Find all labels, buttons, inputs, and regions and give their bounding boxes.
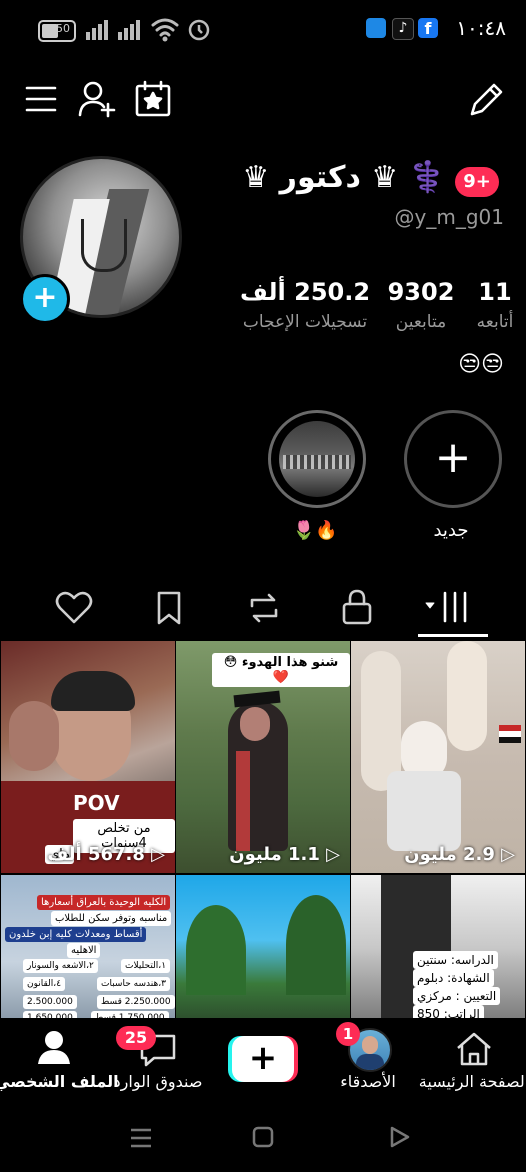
stat-followers[interactable]: 9302 متابعين xyxy=(384,278,458,332)
stat-following[interactable]: 11 أتابعه xyxy=(470,278,520,332)
stat-likes[interactable]: 250.2 ألف تسجيلات الإعجاب xyxy=(238,278,372,332)
add-friend-icon[interactable] xyxy=(78,80,118,118)
wifi-icon xyxy=(151,18,179,42)
view-count: ▷ 1.1 مليون xyxy=(229,844,340,865)
display-name: ⚕️ ♛ دكتور ♛ xyxy=(242,160,446,195)
battery-icon: 50 xyxy=(38,20,76,42)
friends-badge: 1 xyxy=(336,1022,360,1046)
liked-videos-icon[interactable] xyxy=(54,590,94,626)
status-time: ١٠:٤٨ xyxy=(456,16,506,40)
nav-profile-label[interactable]: الملف الشخصي xyxy=(0,1072,119,1091)
highlight-label: 🌷🔥 xyxy=(292,520,338,541)
bio-text: 😒😒 xyxy=(458,352,504,377)
home-icon[interactable] xyxy=(454,1030,494,1068)
story-highlight[interactable] xyxy=(268,410,366,508)
edit-pencil-icon[interactable] xyxy=(466,80,506,120)
reposts-icon[interactable] xyxy=(244,590,284,626)
calendar-star-icon[interactable] xyxy=(134,80,174,118)
profile-icon[interactable] xyxy=(34,1028,74,1068)
home-button-icon[interactable] xyxy=(250,1124,276,1150)
facebook-icon: f xyxy=(418,18,438,38)
new-highlight-label: جديد xyxy=(433,520,469,541)
view-count: ▷ 2.9 مليون xyxy=(404,844,515,865)
recent-apps-icon[interactable] xyxy=(128,1126,154,1150)
profile-tabs xyxy=(0,584,526,638)
add-story-button[interactable]: + xyxy=(20,274,70,324)
menu-icon[interactable] xyxy=(24,84,58,114)
private-lock-icon[interactable] xyxy=(340,588,374,626)
saved-bookmark-icon[interactable] xyxy=(154,590,184,626)
top-toolbar xyxy=(0,78,526,124)
video-tile[interactable]: الكليه الوحيدة بالعراق أسعارها مناسبه وت… xyxy=(1,875,175,1020)
videos-grid-icon[interactable] xyxy=(422,588,472,628)
view-count: ▷ 567.8 ألف xyxy=(47,844,165,865)
video-tile[interactable]: POV من تخلص 4سنوات ماي ▷ 567.8 ألف xyxy=(1,641,175,873)
video-tile[interactable]: شنو هذا الهدوء 😳❤️ ▷ 1.1 مليون xyxy=(176,641,350,873)
notification-badge[interactable]: 9+ xyxy=(455,167,499,197)
signal-icon xyxy=(86,20,140,40)
nav-home-label[interactable]: الصفحة الرئيسية xyxy=(414,1072,526,1091)
system-nav-bar xyxy=(0,1112,526,1172)
alarm-icon xyxy=(188,19,210,41)
inbox-badge: 25 xyxy=(116,1026,156,1050)
status-bar: 50 ♪ f ١٠:٤٨ xyxy=(0,0,526,60)
video-tile[interactable] xyxy=(176,875,350,1020)
back-icon[interactable] xyxy=(386,1124,412,1150)
messenger-icon xyxy=(366,18,386,38)
nav-friends-label[interactable]: الأصدقاء xyxy=(308,1072,428,1091)
video-tile[interactable]: الدراسه: سنتين الشهادة: دبلوم التعيين : … xyxy=(351,875,525,1020)
new-highlight-button[interactable]: + xyxy=(404,410,502,508)
active-tab-indicator xyxy=(418,634,488,637)
tiktok-icon: ♪ xyxy=(392,18,414,40)
username: @y_m_g01 xyxy=(394,205,504,229)
bottom-nav: الصفحة الرئيسية 1 الأصدقاء + 25 صندوق ال… xyxy=(0,1018,526,1112)
create-button[interactable]: + xyxy=(228,1036,298,1082)
video-tile[interactable]: ▷ 2.9 مليون xyxy=(351,641,525,873)
